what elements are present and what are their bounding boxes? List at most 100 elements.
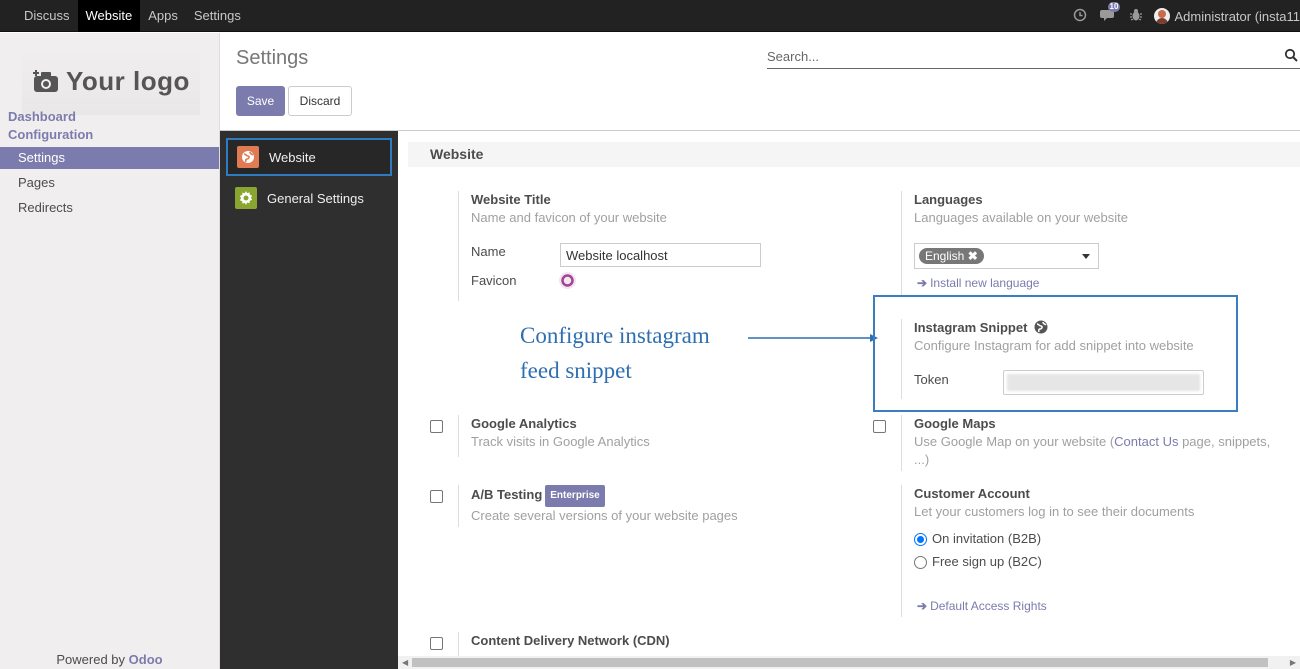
google-analytics-setting: Google Analytics Track visits in Google … — [458, 415, 818, 457]
token-field[interactable] — [1003, 370, 1204, 395]
powered-by: Powered by Odoo — [0, 652, 219, 667]
scrollbar-thumb[interactable] — [412, 658, 1268, 667]
google-analytics-checkbox[interactable] — [430, 420, 443, 433]
search-box — [767, 45, 1300, 69]
install-language-link[interactable]: ➔ Install new language — [917, 276, 1039, 290]
settings-content: Website Website Title Name and favicon o… — [398, 131, 1300, 656]
google-analytics-heading: Google Analytics — [471, 416, 577, 431]
sidebar-item-settings[interactable]: Settings — [0, 147, 219, 169]
globe-icon — [1034, 320, 1048, 334]
app-menu: Discuss Website Apps Settings — [16, 0, 249, 32]
ab-testing-setting: A/B Testing Enterprise Create several ver… — [458, 485, 818, 527]
user-menu[interactable]: Administrator (insta11 — [1153, 8, 1300, 24]
menu-discuss[interactable]: Discuss — [16, 0, 78, 32]
cdn-checkbox[interactable] — [430, 637, 443, 650]
tab-website[interactable]: Website — [226, 138, 392, 176]
gear-icon — [235, 187, 257, 209]
company-logo[interactable]: Your logo — [22, 47, 200, 115]
google-maps-desc: Use Google Map on your website (Contact … — [914, 433, 1281, 451]
google-analytics-desc: Track visits in Google Analytics — [471, 434, 650, 449]
sidebar-item-redirects[interactable]: Redirects — [0, 197, 219, 219]
cdn-heading: Content Delivery Network (CDN) — [471, 633, 670, 648]
section-header: Website — [408, 142, 1300, 167]
languages-select[interactable]: English ✖ — [914, 243, 1099, 269]
configuration-header[interactable]: Configuration — [8, 127, 93, 142]
radio-b2b-label[interactable]: On invitation (B2B) — [932, 531, 1041, 546]
favicon-label: Favicon — [471, 273, 517, 288]
default-access-rights-link[interactable]: ➔ Default Access Rights — [917, 599, 1047, 613]
menu-settings[interactable]: Settings — [186, 0, 249, 32]
remove-tag-icon[interactable]: ✖ — [968, 249, 978, 263]
customer-account-desc: Let your customers log in to see their d… — [914, 504, 1195, 519]
install-language-label: Install new language — [930, 276, 1040, 290]
settings-app-tabs: Website General Settings — [220, 131, 398, 669]
left-sidebar: Your logo Dashboard Configuration Settin… — [0, 33, 220, 669]
logo-text: Your logo — [66, 65, 190, 96]
chat-icon[interactable]: 10 — [1094, 1, 1122, 25]
default-access-rights-label: Default Access Rights — [930, 599, 1047, 613]
instagram-heading: Instagram Snippet — [914, 319, 1221, 337]
save-button[interactable]: Save — [236, 86, 285, 116]
language-tag: English ✖ — [919, 248, 984, 264]
menu-apps[interactable]: Apps — [140, 0, 186, 32]
language-tag-label: English — [925, 249, 965, 263]
top-navbar: Discuss Website Apps Settings 10 Adminis… — [0, 0, 1300, 32]
google-maps-desc-suffix: page, snippets, — [1178, 434, 1271, 449]
scroll-left-icon[interactable]: ◀ — [402, 658, 408, 667]
control-panel: Settings Save Discard — [220, 33, 1300, 131]
languages-heading: Languages — [914, 192, 983, 207]
systray: 10 Administrator (insta11 — [1066, 0, 1300, 32]
dashboard-link[interactable]: Dashboard — [8, 109, 76, 124]
ab-testing-title: A/B Testing — [471, 487, 543, 502]
annotation-arrow-icon — [748, 334, 878, 342]
website-title-heading: Website Title — [471, 192, 551, 207]
tab-general-settings[interactable]: General Settings — [226, 179, 392, 217]
radio-b2b[interactable] — [914, 533, 927, 546]
activity-clock-icon[interactable] — [1066, 8, 1094, 25]
customer-account-setting: Customer Account Let your customers log … — [901, 485, 1281, 617]
horizontal-scrollbar[interactable]: ◀ ▶ — [398, 656, 1300, 669]
ab-testing-desc: Create several versions of your website … — [471, 508, 738, 523]
google-maps-desc-line2: ...) — [914, 452, 930, 467]
avatar — [1153, 8, 1170, 24]
enterprise-badge: Enterprise — [545, 485, 605, 507]
google-maps-checkbox[interactable] — [873, 420, 886, 433]
name-label: Name — [471, 244, 506, 259]
search-input[interactable] — [767, 45, 1267, 67]
customer-account-heading: Customer Account — [914, 486, 1030, 501]
page-title: Settings — [236, 47, 309, 69]
odoo-link[interactable]: Odoo — [129, 652, 163, 667]
annotation-callout: Configure instagram feed snippet — [520, 318, 750, 388]
user-name: Administrator (insta11 — [1174, 8, 1300, 24]
scroll-right-icon[interactable]: ▶ — [1290, 658, 1296, 667]
dropdown-caret-icon[interactable] — [1082, 254, 1090, 259]
tab-website-label: Website — [269, 149, 316, 165]
google-maps-heading: Google Maps — [914, 416, 996, 431]
ab-testing-checkbox[interactable] — [430, 490, 443, 503]
tab-general-settings-label: General Settings — [267, 190, 364, 206]
google-maps-setting: Google Maps Use Google Map on your websi… — [901, 415, 1281, 471]
annotation-line-1: Configure instagram — [520, 323, 710, 348]
powered-prefix: Powered by — [56, 652, 129, 667]
discard-button[interactable]: Discard — [288, 86, 352, 116]
ab-testing-heading: A/B Testing Enterprise — [471, 485, 818, 507]
bug-icon[interactable] — [1122, 8, 1150, 25]
radio-b2c-label[interactable]: Free sign up (B2C) — [932, 554, 1042, 569]
globe-icon — [237, 146, 259, 168]
token-label: Token — [914, 372, 949, 387]
contact-us-link[interactable]: Contact Us — [1114, 434, 1178, 449]
cdn-setting: Content Delivery Network (CDN) — [458, 632, 818, 656]
section-title: Website — [430, 146, 484, 162]
radio-b2c[interactable] — [914, 556, 927, 569]
website-name-field[interactable] — [560, 243, 761, 267]
chat-count-badge: 10 — [1107, 1, 1121, 12]
website-title-desc: Name and favicon of your website — [471, 210, 667, 225]
instagram-title: Instagram Snippet — [914, 320, 1028, 335]
languages-desc: Languages available on your website — [914, 210, 1128, 225]
search-icon[interactable] — [1284, 48, 1298, 62]
sidebar-item-pages[interactable]: Pages — [0, 172, 219, 194]
token-value-blurred — [1007, 374, 1200, 391]
menu-website[interactable]: Website — [77, 0, 141, 32]
instagram-desc: Configure Instagram for add snippet into… — [914, 338, 1194, 353]
favicon-image[interactable] — [558, 271, 577, 290]
